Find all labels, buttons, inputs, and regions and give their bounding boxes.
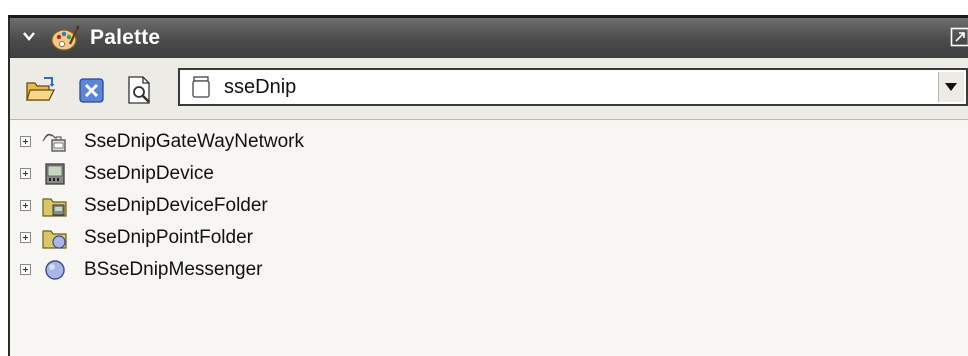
expand-icon[interactable] xyxy=(20,232,31,243)
expand-icon[interactable] xyxy=(20,136,31,147)
tree-item-label: SseDnipPointFolder xyxy=(84,227,253,248)
palette-title: Palette xyxy=(90,26,161,49)
palette-tree: SseDnipGateWayNetwork SseDnipDevice SseD… xyxy=(10,121,968,356)
chevron-down-icon[interactable] xyxy=(22,29,36,43)
close-box-icon[interactable] xyxy=(76,74,108,106)
device-folder-icon xyxy=(42,198,67,217)
expand-icon[interactable] xyxy=(20,168,31,179)
messenger-icon xyxy=(45,260,65,280)
tree-item-point-folder[interactable]: SseDnipPointFolder xyxy=(18,222,618,254)
jar-icon xyxy=(192,76,210,98)
expand-icon[interactable] xyxy=(20,200,31,211)
point-folder-icon xyxy=(42,230,67,249)
device-icon xyxy=(45,163,65,185)
tree-item-device-folder[interactable]: SseDnipDeviceFolder xyxy=(18,190,618,222)
network-icon xyxy=(42,133,66,152)
tree-item-label: SseDnipDevice xyxy=(84,163,214,184)
tree-item-label: SseDnipDeviceFolder xyxy=(84,195,268,216)
find-document-icon[interactable] xyxy=(124,74,156,106)
module-selector-value: sseDnip xyxy=(224,76,297,98)
expand-icon[interactable] xyxy=(20,264,31,275)
maximize-icon[interactable] xyxy=(950,27,968,47)
tree-item-messenger[interactable]: BSseDnipMessenger xyxy=(18,254,618,286)
open-folder-icon[interactable] xyxy=(24,74,56,106)
module-selector[interactable]: sseDnip xyxy=(178,68,968,106)
palette-icon xyxy=(51,25,80,51)
tree-item-device[interactable]: SseDnipDevice xyxy=(18,158,618,190)
dropdown-button[interactable] xyxy=(938,72,964,102)
dropdown-arrow-icon xyxy=(945,83,957,91)
palette-panel: Palette sseDnip SseDnipGateWayNetwork Ss… xyxy=(8,18,968,356)
tree-item-label: BSseDnipMessenger xyxy=(84,259,263,280)
palette-toolbar: sseDnip xyxy=(10,58,968,120)
screenshot-frame: Palette sseDnip SseDnipGateWayNetwork Ss… xyxy=(0,0,968,356)
palette-titlebar: Palette xyxy=(10,18,968,58)
tree-item-gateway-network[interactable]: SseDnipGateWayNetwork xyxy=(18,126,618,158)
tree-item-label: SseDnipGateWayNetwork xyxy=(84,131,304,152)
